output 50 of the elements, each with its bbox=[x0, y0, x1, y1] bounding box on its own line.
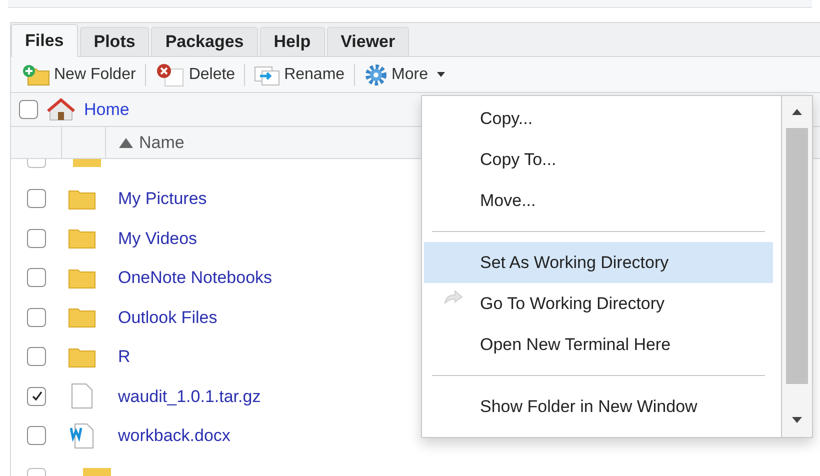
folder-icon bbox=[68, 306, 96, 328]
toolbar-button[interactable]: Rename bbox=[253, 62, 346, 86]
checkbox[interactable] bbox=[27, 308, 46, 327]
rename-icon bbox=[254, 64, 280, 86]
menu-item[interactable]: Set As Working Directory bbox=[424, 242, 773, 283]
menu-item[interactable]: Show Folder in New Window bbox=[424, 386, 773, 427]
file-name-link[interactable]: workback.docx bbox=[118, 423, 230, 448]
document-icon bbox=[70, 422, 94, 449]
file-name-link[interactable]: waudit_1.0.1.tar.gz bbox=[118, 384, 261, 409]
checkbox[interactable] bbox=[27, 426, 46, 446]
file-name-link[interactable]: R bbox=[118, 344, 130, 370]
toolbar-button[interactable]: New Folder bbox=[21, 62, 137, 86]
file-name-link[interactable]: Outlook Files bbox=[118, 304, 218, 330]
delete-icon bbox=[154, 62, 185, 86]
folder-icon bbox=[68, 188, 96, 210]
checkbox[interactable] bbox=[19, 100, 38, 119]
breadcrumb-link[interactable]: Home bbox=[84, 96, 130, 122]
folder-icon bbox=[68, 346, 96, 368]
scroll-down-icon[interactable] bbox=[791, 416, 803, 424]
home-icon bbox=[46, 98, 76, 122]
file-name-link[interactable]: My Pictures bbox=[118, 186, 207, 212]
file-icon bbox=[71, 383, 93, 410]
tab[interactable]: Viewer bbox=[326, 27, 410, 56]
menu-item[interactable]: Open New Terminal Here bbox=[424, 324, 773, 365]
arrow-icon bbox=[443, 290, 463, 304]
menu-item[interactable]: Go To Working Directory bbox=[424, 283, 773, 324]
file-name-link[interactable]: My Videos bbox=[118, 226, 198, 251]
column-header[interactable]: Name bbox=[106, 127, 184, 158]
tab[interactable]: Files bbox=[11, 24, 78, 57]
gear-icon bbox=[364, 62, 388, 86]
checkbox[interactable] bbox=[27, 268, 46, 288]
menu-item[interactable]: Copy... bbox=[424, 98, 773, 139]
file-name-link[interactable]: OneNote Notebooks bbox=[118, 265, 272, 290]
checkbox[interactable] bbox=[27, 386, 46, 406]
checkbox[interactable] bbox=[27, 228, 46, 248]
caret-icon bbox=[436, 72, 446, 78]
folder-icon bbox=[68, 266, 96, 289]
toolbar-button[interactable]: More bbox=[362, 62, 447, 86]
tab[interactable]: Plots bbox=[80, 27, 150, 56]
tab[interactable]: Help bbox=[260, 27, 325, 56]
checkbox[interactable] bbox=[27, 347, 46, 366]
new-folder-icon bbox=[22, 64, 50, 86]
menu-item[interactable]: Copy To... bbox=[424, 139, 773, 180]
tab[interactable]: Packages bbox=[151, 27, 258, 56]
toolbar-button[interactable]: Delete bbox=[154, 62, 236, 86]
menu-item[interactable]: Move... bbox=[424, 180, 773, 221]
checkmark-icon bbox=[30, 390, 42, 402]
checkbox[interactable] bbox=[27, 189, 46, 208]
folder-icon bbox=[68, 227, 96, 250]
scroll-up-icon[interactable] bbox=[791, 108, 803, 116]
